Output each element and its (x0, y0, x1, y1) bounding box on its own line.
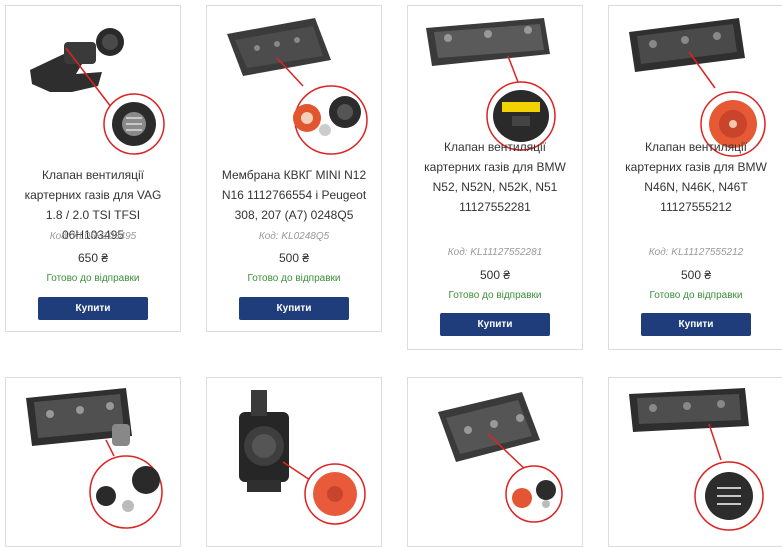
product-price: 500 ₴ (278, 251, 310, 265)
product-code: Код: KL06H103495 (49, 231, 137, 242)
availability-status: Готово до відправки (46, 273, 140, 284)
buy-button[interactable]: Купити (440, 313, 550, 336)
product-title[interactable]: Мембрана КВКГ MINI N12 N16 1112766554 і … (215, 165, 373, 225)
availability-status: Готово до відправки (247, 273, 341, 284)
product-code: Код: KL11127555212 (648, 247, 744, 258)
buy-button[interactable]: Купити (38, 297, 148, 320)
product-image[interactable] (619, 384, 771, 532)
product-card[interactable]: Клапан вентиляції картерних газів для VA… (5, 5, 181, 332)
product-card[interactable]: Клапан вентиляції картерних газів для BM… (407, 5, 583, 350)
product-card[interactable]: Клапан вентиляції картерних газів для BM… (608, 5, 782, 350)
product-card[interactable] (608, 377, 782, 547)
product-card[interactable] (407, 377, 583, 547)
product-card[interactable]: Мембрана КВКГ MINI N12 N16 1112766554 і … (206, 5, 382, 332)
product-price: 650 ₴ (77, 251, 109, 265)
buy-button[interactable]: Купити (641, 313, 751, 336)
product-code: Код: KL0248Q5 (258, 231, 330, 242)
product-image[interactable] (418, 384, 570, 532)
buy-button[interactable]: Купити (239, 297, 349, 320)
product-price: 500 ₴ (680, 268, 712, 282)
product-title[interactable]: Клапан вентиляції картерних газів для BM… (617, 137, 775, 217)
product-image[interactable] (16, 384, 168, 532)
product-price: 500 ₴ (479, 268, 511, 282)
product-card[interactable] (5, 377, 181, 547)
product-image[interactable] (217, 12, 369, 160)
availability-status: Готово до відправки (649, 290, 743, 301)
product-image[interactable] (16, 12, 168, 160)
product-title[interactable]: Клапан вентиляції картерних газів для BM… (416, 137, 574, 217)
product-code: Код: KL11127552281 (447, 247, 543, 258)
availability-status: Готово до відправки (448, 290, 542, 301)
product-image[interactable] (217, 384, 369, 532)
product-card[interactable] (206, 377, 382, 547)
